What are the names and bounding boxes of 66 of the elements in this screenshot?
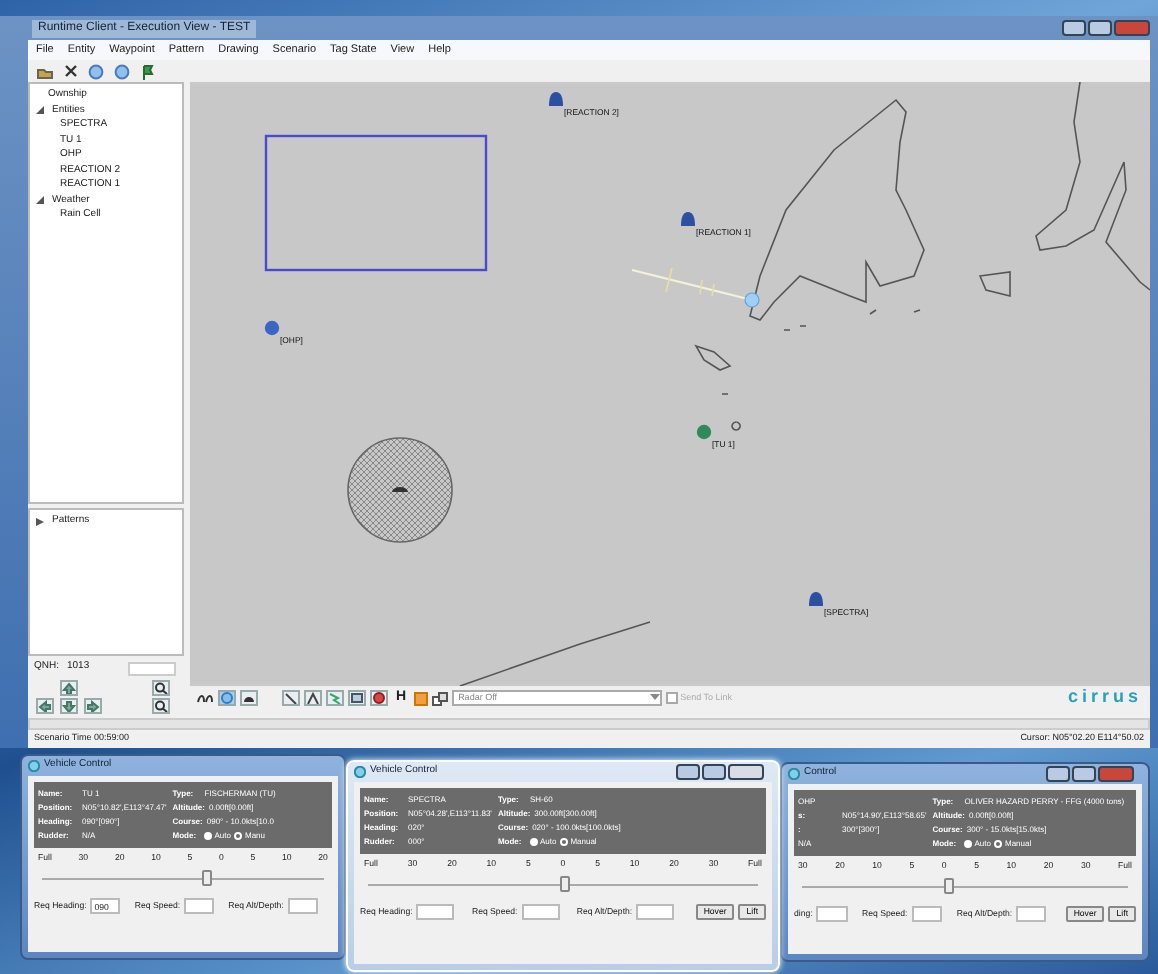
maximize-button[interactable] [1072,766,1096,782]
pan-up-button[interactable] [60,680,78,696]
input-field[interactable] [911,906,943,923]
line-tool-icon [284,692,298,704]
input-field[interactable] [521,904,560,921]
app-icon [28,760,40,772]
heading-line [631,267,760,308]
qnh-field[interactable] [128,661,176,675]
slider-thumb[interactable] [943,878,954,895]
slider-thumb[interactable] [559,876,569,893]
globe-icon [220,692,234,704]
pan-left-button[interactable] [36,698,54,714]
pan-right-icon [86,700,100,712]
expander-icon[interactable] [36,196,44,205]
input-field[interactable] [287,898,318,915]
zoom-in-button[interactable] [152,680,170,696]
path-tool-button[interactable] [304,690,322,706]
wave-icon[interactable] [196,691,214,705]
pan-left-icon [38,700,52,712]
ship-marker-icon[interactable] [264,320,280,336]
square-icon[interactable] [414,691,429,705]
pan-down-icon [62,700,76,712]
caret-icon [650,694,661,702]
input-field[interactable] [184,898,214,915]
weather-button[interactable] [240,690,258,706]
rectangle-tool-button[interactable] [348,690,366,706]
expander-icon[interactable] [36,106,44,115]
input-field[interactable] [636,904,675,921]
circle-tool-icon [372,692,386,704]
horizontal-scrollbar[interactable] [28,718,1150,730]
flag-icon[interactable] [140,63,154,79]
zoom-in-icon [154,682,168,694]
input-field[interactable] [816,906,848,923]
aircraft-marker-icon[interactable] [681,212,695,226]
rain-cell[interactable] [347,437,453,543]
app-icon [788,768,800,780]
zoom-out-icon [154,700,168,712]
maximize-button[interactable] [1088,20,1112,36]
pan-down-button[interactable] [60,698,78,714]
minimize-button[interactable] [1046,766,1070,782]
slider-thumb[interactable] [202,870,213,887]
path-tool-icon [306,692,320,704]
app-icon [354,766,366,778]
expander-icon[interactable] [36,517,44,526]
zoom-out-button[interactable] [152,698,170,714]
rectangle-tool-icon [350,692,364,704]
aircraft-marker-icon[interactable] [809,592,823,606]
area-rectangle[interactable] [264,134,488,272]
close-button[interactable] [728,764,764,780]
circle-icon[interactable] [88,63,104,79]
circle-tool-button[interactable] [370,690,388,706]
input-field[interactable] [1016,906,1047,923]
windows-icon[interactable] [432,691,449,705]
maximize-button[interactable] [702,764,726,780]
minimize-button[interactable] [1062,20,1086,36]
line-tool-button[interactable] [282,690,300,706]
logo: cirrus [1067,684,1142,711]
input-field[interactable] [416,904,455,921]
pan-right-button[interactable] [84,698,102,714]
aircraft-marker-icon[interactable] [549,92,563,106]
minimize-button[interactable] [676,764,700,780]
close-icon[interactable] [64,64,78,78]
weather-icon [242,692,256,704]
ship-marker-icon[interactable] [696,424,712,440]
circle-icon[interactable] [114,63,130,79]
pan-up-icon [62,682,76,694]
